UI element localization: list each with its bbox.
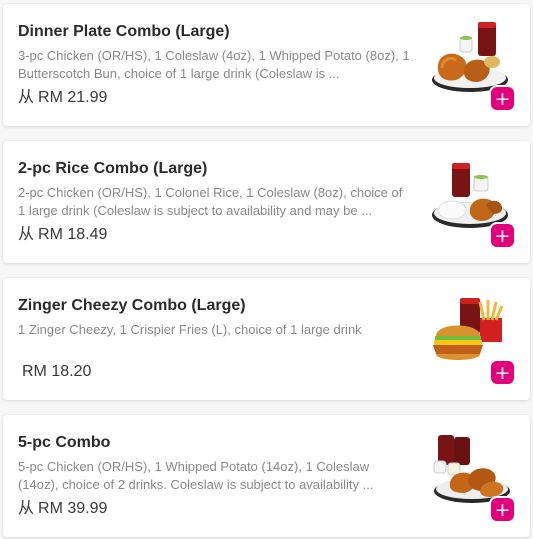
add-to-cart-button[interactable]: + (491, 224, 514, 247)
menu-item-text: 5-pc Combo 5-pc Chicken (OR/HS), 1 Whipp… (18, 433, 413, 494)
price-value: RM 18.49 (38, 226, 108, 243)
menu-item-price: 从 RM 21.99 (18, 83, 107, 107)
menu-item-card[interactable]: 5-pc Combo 5-pc Chicken (OR/HS), 1 Whipp… (3, 415, 530, 537)
menu-item-card[interactable]: Zinger Cheezy Combo (Large) 1 Zinger Che… (3, 278, 530, 400)
price-prefix: 从 (18, 226, 35, 243)
menu-item-text: 2-pc Rice Combo (Large) 2-pc Chicken (OR… (18, 159, 413, 220)
price-value: RM 18.20 (22, 363, 92, 380)
price-value: RM 39.99 (38, 500, 108, 517)
menu-item-title: 2-pc Rice Combo (Large) (18, 160, 208, 177)
menu-item-price: RM 18.20 (18, 363, 91, 381)
price-prefix: 从 (18, 500, 35, 517)
menu-item-title: 5-pc Combo (18, 434, 111, 451)
add-to-cart-button[interactable]: + (491, 87, 514, 110)
menu-item-description: 3-pc Chicken (OR/HS), 1 Coleslaw (4oz), … (18, 48, 410, 81)
menu-item-card[interactable]: Dinner Plate Combo (Large) 3-pc Chicken … (3, 4, 530, 126)
menu-item-description: 5-pc Chicken (OR/HS), 1 Whipped Potato (… (18, 459, 374, 492)
menu-item-card[interactable]: 2-pc Rice Combo (Large) 2-pc Chicken (OR… (3, 141, 530, 263)
price-value: RM 21.99 (38, 89, 108, 106)
menu-item-description: 2-pc Chicken (OR/HS), 1 Colonel Rice, 1 … (18, 185, 403, 218)
price-prefix: 从 (18, 89, 35, 106)
menu-item-description: 1 Zinger Cheezy, 1 Crispier Fries (L), c… (18, 322, 362, 337)
add-to-cart-button[interactable]: + (491, 498, 514, 521)
menu-item-title: Zinger Cheezy Combo (Large) (18, 297, 246, 314)
menu-item-price: 从 RM 18.49 (18, 220, 107, 244)
menu-item-list: Dinner Plate Combo (Large) 3-pc Chicken … (0, 0, 533, 539)
menu-item-title: Dinner Plate Combo (Large) (18, 23, 230, 40)
menu-item-price: 从 RM 39.99 (18, 494, 107, 518)
add-to-cart-button[interactable]: + (491, 361, 514, 384)
menu-item-text: Dinner Plate Combo (Large) 3-pc Chicken … (18, 22, 413, 83)
menu-item-text: Zinger Cheezy Combo (Large) 1 Zinger Che… (18, 296, 413, 357)
